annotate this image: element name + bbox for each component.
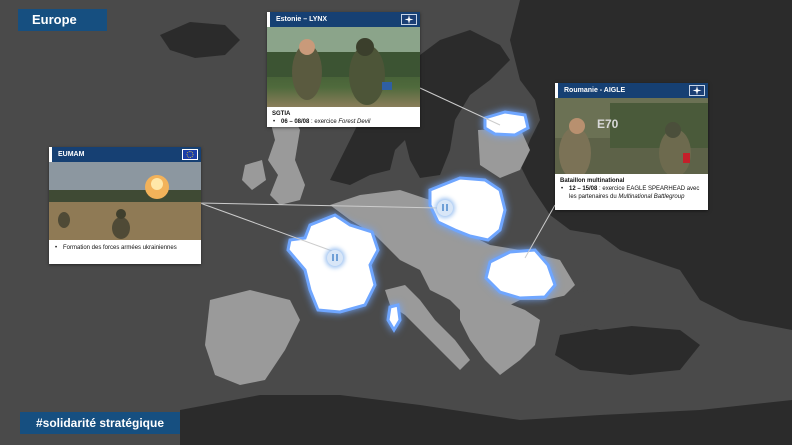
svg-text:E70: E70 xyxy=(597,117,619,131)
turkey-region xyxy=(555,325,700,375)
card-roumanie-body: Bataillon multinational 12 – 15/08 : exe… xyxy=(555,174,708,204)
pin-poland[interactable] xyxy=(437,200,453,216)
card-eumam-title: EUMAM xyxy=(58,151,85,158)
card-eumam-item: Formation des forces armées ukrainiennes xyxy=(55,244,196,252)
card-roumanie[interactable]: Roumanie - AIGLE E70 Bataillon multinati… xyxy=(555,83,708,210)
card-estonie-text: : exercice xyxy=(309,119,339,126)
card-eumam-photo xyxy=(49,162,201,240)
estonia-shape xyxy=(483,110,530,137)
card-eumam-header: EUMAM xyxy=(49,147,201,162)
card-estonie[interactable]: Estonie – LYNX SGTIA 06 – 08/08 : exerci… xyxy=(267,12,420,127)
card-estonie-title: Estonie – LYNX xyxy=(276,16,328,23)
card-roumanie-title: Roumanie - AIGLE xyxy=(564,87,626,94)
card-estonie-photo xyxy=(267,27,420,107)
card-estonie-item: 06 – 08/08 : exercice Forest Devil xyxy=(273,118,415,126)
card-estonie-unit: SGTIA xyxy=(272,111,291,117)
card-roumanie-item: 12 – 15/08 : exercice EAGLE SPEARHEAD av… xyxy=(561,185,703,201)
card-eumam-body: Formation des forces armées ukrainiennes xyxy=(49,240,201,255)
hashtag-banner: #solidarité stratégique xyxy=(20,412,180,434)
card-roumanie-header: Roumanie - AIGLE xyxy=(555,83,708,98)
card-estonie-italic: Forest Devil xyxy=(338,119,371,126)
card-roumanie-date: 12 – 15/08 xyxy=(569,186,598,193)
card-estonie-header: Estonie – LYNX xyxy=(267,12,420,27)
card-estonie-body: SGTIA 06 – 08/08 : exercice Forest Devil xyxy=(267,107,420,129)
card-roumanie-italic: Multinational Battlegroup xyxy=(618,194,685,201)
card-estonie-date: 06 – 08/08 xyxy=(281,119,310,126)
card-eumam[interactable]: EUMAM Formation des forces armées ukrain… xyxy=(49,147,201,264)
card-roumanie-unit: Bataillon multinational xyxy=(560,178,625,184)
card-roumanie-photo: E70 xyxy=(555,98,708,174)
eu-flag-icon xyxy=(182,149,198,160)
nato-star-icon xyxy=(401,14,417,25)
map-slide: Europe #solidarité stratégique Estonie –… xyxy=(0,0,792,445)
page-title: Europe xyxy=(18,9,107,31)
nato-star-icon xyxy=(689,85,705,96)
pin-france[interactable] xyxy=(327,250,343,266)
